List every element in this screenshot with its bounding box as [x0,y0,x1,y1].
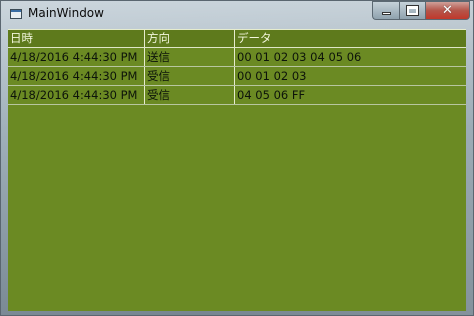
column-header-datetime[interactable]: 日時 [8,29,144,47]
cell-data[interactable]: 00 01 02 03 [234,67,466,85]
caption-buttons: ✕ [372,1,470,20]
close-button[interactable]: ✕ [425,1,470,20]
table-row[interactable]: 4/18/2016 4:44:30 PM 受信 04 05 06 FF [8,86,466,105]
main-window: MainWindow ✕ 日時 方向 データ 4/18/2016 4:44:30… [0,0,474,316]
column-header-direction[interactable]: 方向 [144,29,234,47]
data-grid[interactable]: 日時 方向 データ 4/18/2016 4:44:30 PM 送信 00 01 … [8,29,466,105]
minimize-button[interactable] [372,1,399,20]
app-icon[interactable] [10,9,22,19]
cell-direction[interactable]: 受信 [144,67,234,85]
cell-datetime[interactable]: 4/18/2016 4:44:30 PM [8,48,144,66]
table-row[interactable]: 4/18/2016 4:44:30 PM 受信 00 01 02 03 [8,67,466,86]
window-title: MainWindow [28,6,104,20]
cell-data[interactable]: 00 01 02 03 04 05 06 [234,48,466,66]
maximize-icon [406,5,419,16]
cell-data[interactable]: 04 05 06 FF [234,86,466,104]
close-icon: ✕ [442,3,453,18]
table-row[interactable]: 4/18/2016 4:44:30 PM 送信 00 01 02 03 04 0… [8,48,466,67]
maximize-button[interactable] [399,1,425,20]
cell-datetime[interactable]: 4/18/2016 4:44:30 PM [8,86,144,104]
title-bar[interactable]: MainWindow ✕ [1,1,473,27]
cell-direction[interactable]: 送信 [144,48,234,66]
cell-direction[interactable]: 受信 [144,86,234,104]
grid-header-row: 日時 方向 データ [8,29,466,48]
column-header-data[interactable]: データ [234,29,466,47]
data-grid-area: 日時 方向 データ 4/18/2016 4:44:30 PM 送信 00 01 … [8,29,466,311]
minimize-icon [381,12,391,15]
cell-datetime[interactable]: 4/18/2016 4:44:30 PM [8,67,144,85]
